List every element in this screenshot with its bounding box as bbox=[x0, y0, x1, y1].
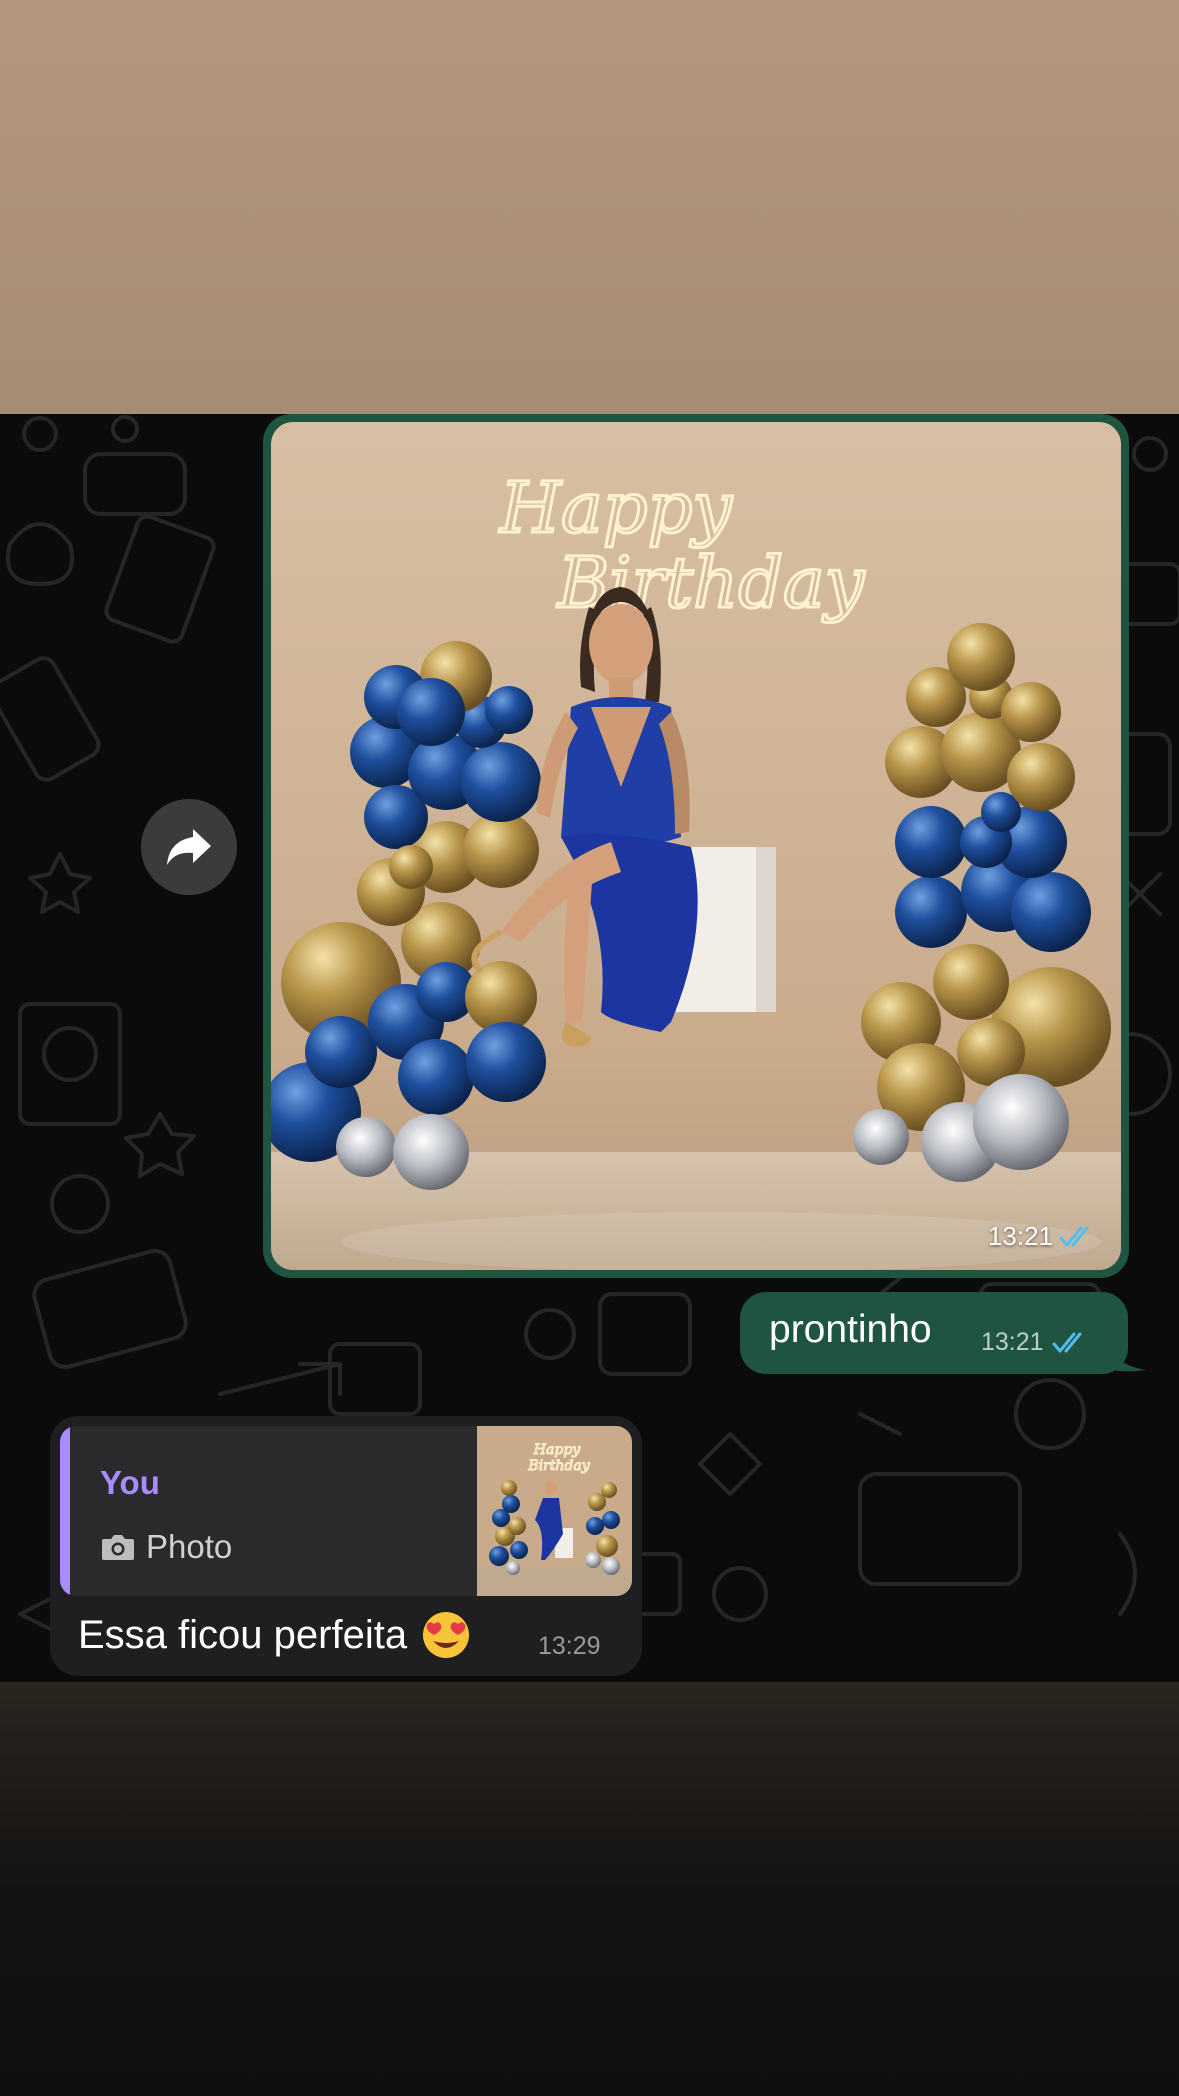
message-text: Essa ficou perfeita bbox=[78, 1610, 471, 1660]
incoming-reply-bubble[interactable]: You Photo Happy Birthday Essa ficou perf… bbox=[50, 1416, 642, 1676]
quoted-message[interactable]: You Photo Happy Birthday bbox=[60, 1426, 632, 1596]
quote-accent-bar bbox=[60, 1426, 70, 1596]
heart-eyes-emoji-icon bbox=[423, 1612, 470, 1658]
quote-thumbnail: Happy Birthday bbox=[477, 1426, 632, 1596]
image-message-bubble[interactable]: Happy Birthday 13:21 bbox=[263, 414, 1129, 1278]
forward-button[interactable] bbox=[141, 799, 237, 895]
birthday-photo[interactable]: Happy Birthday 13:21 bbox=[271, 422, 1121, 1270]
svg-text:Happy: Happy bbox=[498, 467, 733, 549]
message-text: prontinho bbox=[769, 1308, 932, 1351]
read-double-check-icon bbox=[1052, 1332, 1082, 1352]
background-blur-bottom bbox=[0, 1682, 1179, 2096]
svg-text:Birthday: Birthday bbox=[527, 1458, 590, 1474]
camera-icon bbox=[102, 1535, 134, 1560]
forward-arrow-icon bbox=[167, 829, 211, 865]
message-time: 13:21 bbox=[981, 1328, 1092, 1357]
outgoing-message-bubble[interactable]: prontinho 13:21 bbox=[740, 1292, 1128, 1374]
image-message-time: 13:21 bbox=[988, 1221, 1099, 1252]
svg-text:Happy: Happy bbox=[533, 1442, 581, 1458]
background-blur-top bbox=[0, 0, 1179, 414]
read-double-check-icon bbox=[1059, 1226, 1089, 1246]
quote-type: Photo bbox=[100, 1528, 232, 1566]
message-time: 13:29 bbox=[538, 1632, 601, 1660]
quote-author: You bbox=[100, 1464, 160, 1501]
